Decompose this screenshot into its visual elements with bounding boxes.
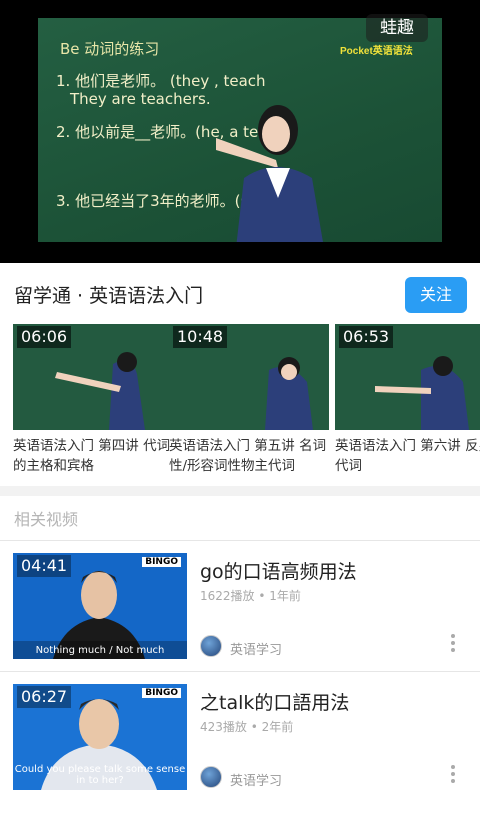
episode-duration: 06:53 xyxy=(339,326,394,348)
divider xyxy=(0,671,480,672)
episode-thumbnail[interactable]: 06:06 xyxy=(13,324,173,430)
episode-thumbnail[interactable]: 10:48 xyxy=(169,324,329,430)
video-caption: Could you please talk some sense in to h… xyxy=(14,764,186,786)
episode-thumbnail[interactable]: 06:53 xyxy=(335,324,480,430)
watermark-logo: 蛙趣 xyxy=(366,14,428,42)
episode-duration: 06:06 xyxy=(17,326,72,348)
avatar[interactable] xyxy=(200,766,222,788)
episode-title[interactable]: 英语语法入门 第四讲 代词的主格和宾格 xyxy=(13,436,171,478)
author-name[interactable]: 英语学习 xyxy=(230,639,282,658)
related-title[interactable]: 之talk的口語用法 xyxy=(200,688,349,715)
related-meta: 1622播放 • 1年前 xyxy=(200,589,301,603)
section-divider xyxy=(0,486,480,496)
channel-title: 留学通 · 英语语法入门 xyxy=(14,285,204,307)
episode-duration: 10:48 xyxy=(173,326,228,348)
bingo-logo: BINGO xyxy=(142,557,181,567)
related-meta: 423播放 • 2年前 xyxy=(200,720,294,734)
related-duration: 04:41 xyxy=(17,555,72,577)
divider xyxy=(0,540,480,541)
episode-list[interactable]: 06:06 英语语法入门 第四讲 代词的主格和宾格 10:48 英语语法入门 第… xyxy=(0,324,480,484)
brand-logo: Pocket英语语法 xyxy=(340,46,413,57)
video-frame: Be 动词的练习 Pocket英语语法 1. 他们是老师。 (they , te… xyxy=(38,18,442,242)
related-duration: 06:27 xyxy=(17,686,72,708)
related-thumbnail[interactable]: 04:41 BINGO Nothing much / Not much xyxy=(13,553,187,659)
follow-button[interactable]: 关注 xyxy=(405,277,467,313)
video-caption: Nothing much / Not much xyxy=(35,645,165,656)
board-line-1: 1. 他们是老师。 (they , teach xyxy=(56,72,266,90)
bingo-logo: BINGO xyxy=(142,688,181,698)
more-options-icon[interactable] xyxy=(446,631,460,659)
board-title: Be 动词的练习 xyxy=(60,40,160,58)
video-player[interactable]: Be 动词的练习 Pocket英语语法 1. 他们是老师。 (they , te… xyxy=(0,0,480,263)
related-header: 相关视频 xyxy=(14,510,79,529)
author-name[interactable]: 英语学习 xyxy=(230,770,282,789)
teacher-figure xyxy=(216,105,323,242)
related-title[interactable]: go的口语高频用法 xyxy=(200,557,357,584)
related-item[interactable]: 06:27 BINGO Could you please talk some s… xyxy=(0,684,480,814)
board-line-1b: They are teachers. xyxy=(70,90,211,108)
episode-title[interactable]: 英语语法入门 第五讲 名词性/形容词性物主代词 xyxy=(169,436,327,478)
related-thumbnail[interactable]: 06:27 BINGO Could you please talk some s… xyxy=(13,684,187,790)
avatar[interactable] xyxy=(200,635,222,657)
more-options-icon[interactable] xyxy=(446,762,460,790)
related-item[interactable]: 04:41 BINGO Nothing much / Not much go的口… xyxy=(0,553,480,683)
episode-title[interactable]: 英语语法入门 第六讲 反身代词 xyxy=(335,436,480,478)
